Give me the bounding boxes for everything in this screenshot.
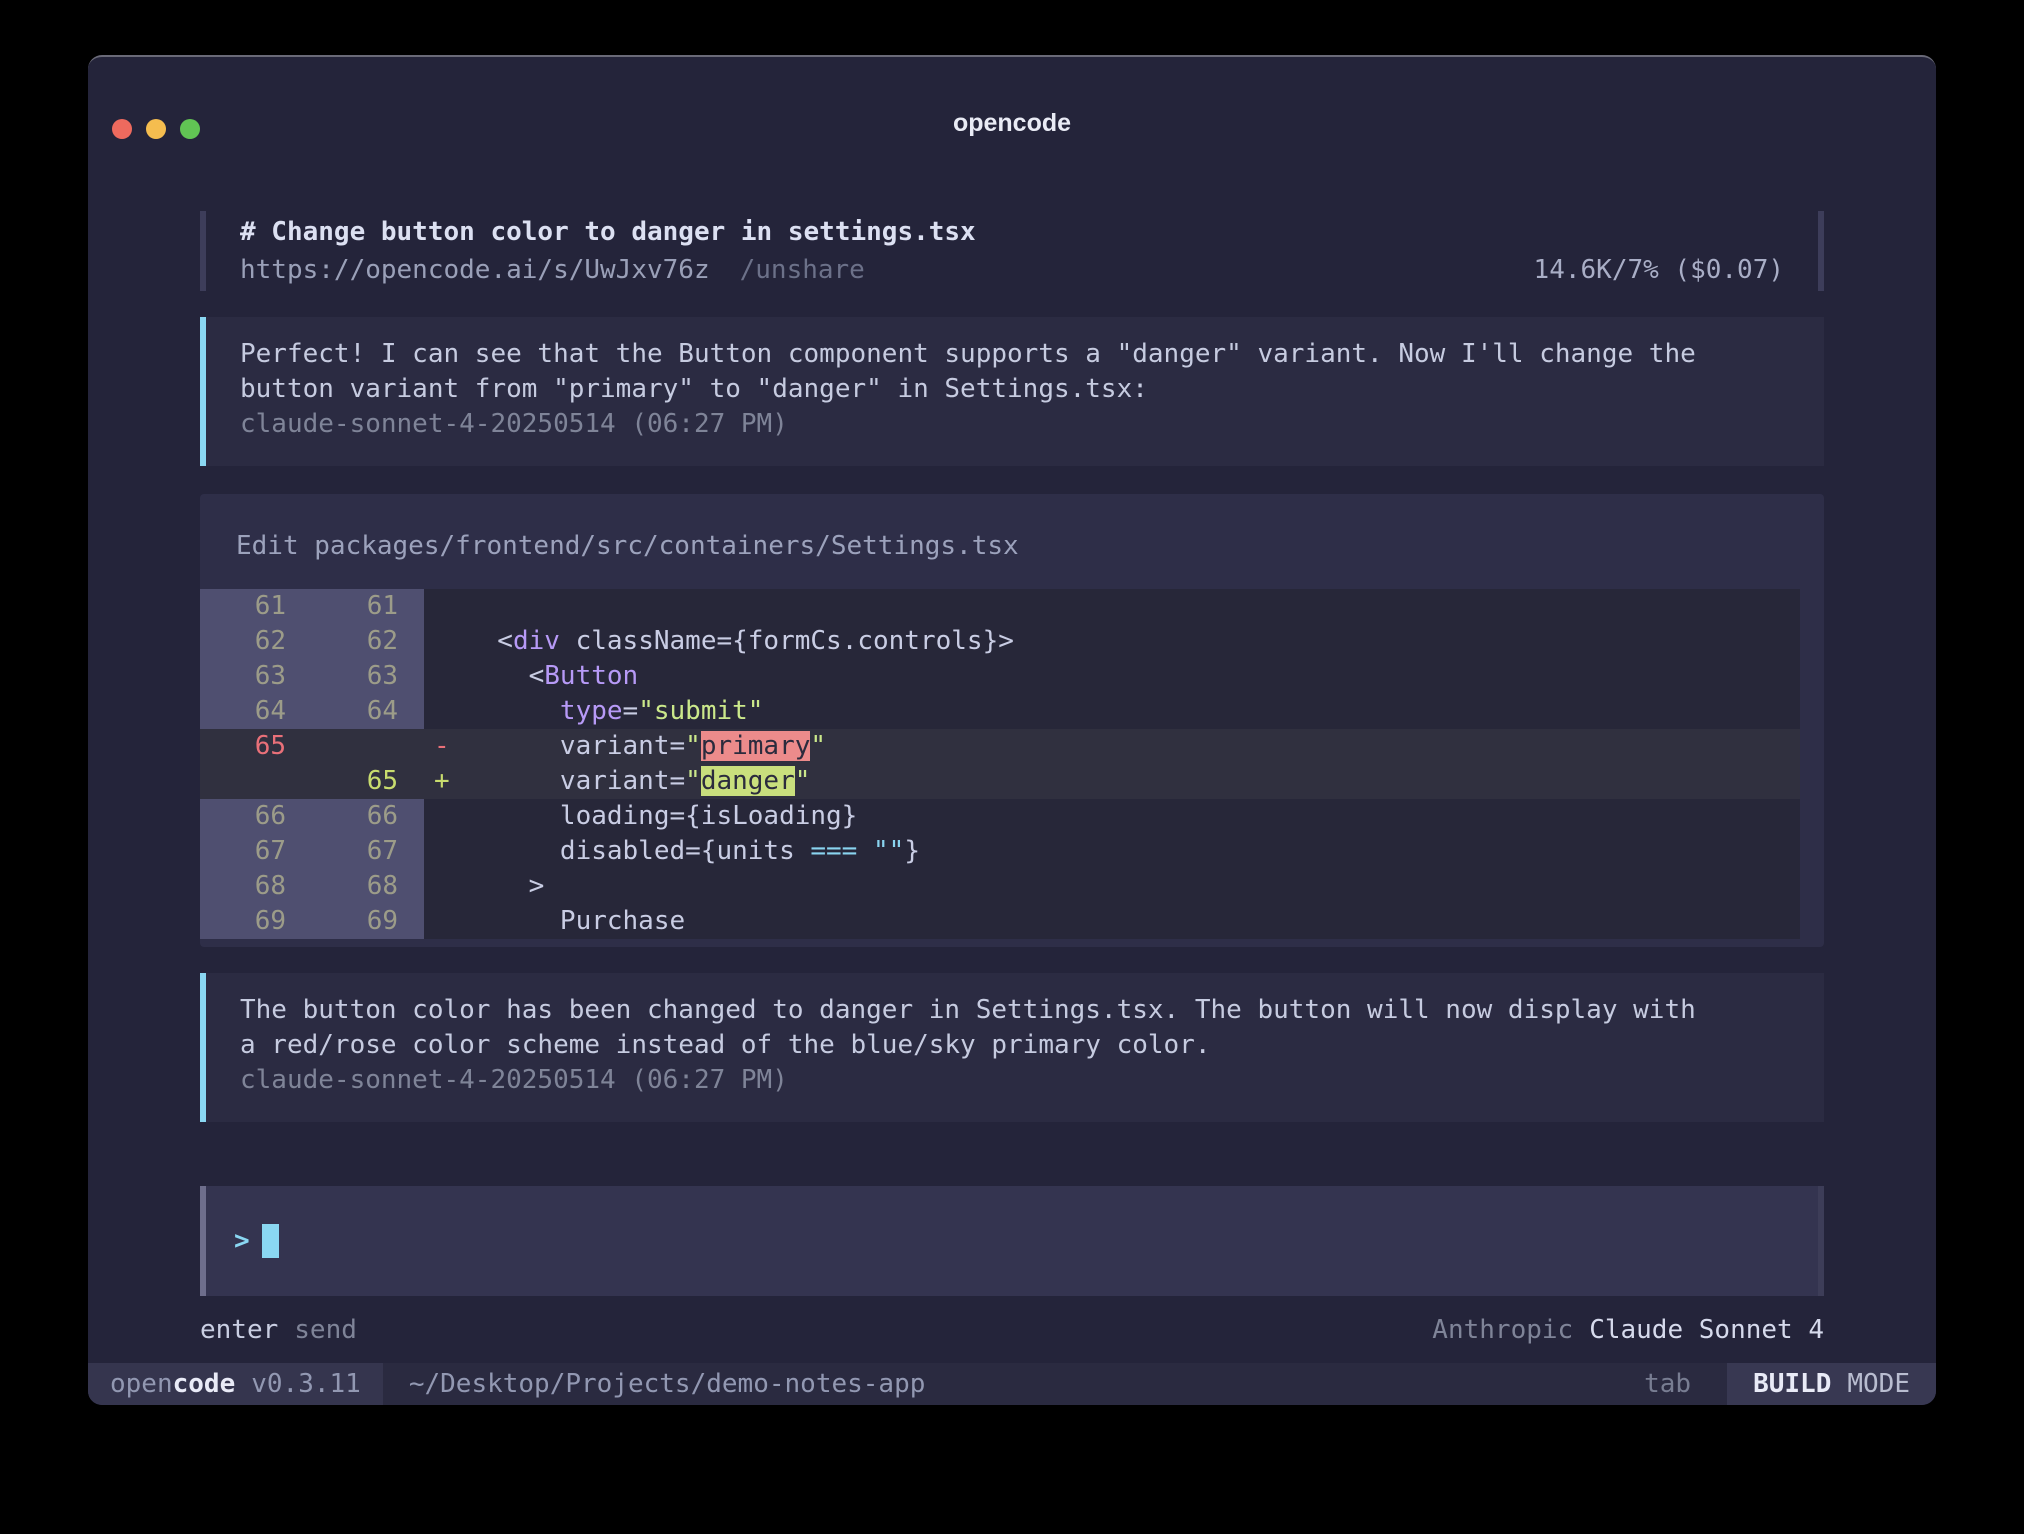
message-line: Perfect! I can see that the Button compo… <box>240 337 1790 372</box>
session-title: # Change button color to danger in setti… <box>240 213 1784 251</box>
diff-marker-minus: - <box>424 729 466 764</box>
session-subline: https://opencode.ai/s/UwJxv76z/unshare 1… <box>240 251 1784 289</box>
diff-marker <box>424 589 466 624</box>
new-line-number: 62 <box>312 624 424 659</box>
diff-marker <box>424 694 466 729</box>
model-name: Claude Sonnet 4 <box>1589 1315 1824 1345</box>
code-line: <div className={formCs.controls}> <box>466 624 1800 659</box>
mode-word-label: MODE <box>1847 1367 1910 1402</box>
brand-code: code <box>173 1367 236 1402</box>
old-line-number: 67 <box>200 834 312 869</box>
old-line-number: 63 <box>200 659 312 694</box>
provider-name: Anthropic <box>1432 1315 1573 1345</box>
close-button[interactable] <box>112 119 132 139</box>
titlebar: opencode <box>88 57 1936 157</box>
new-line-number: 61 <box>312 589 424 624</box>
assistant-message: The button color has been changed to dan… <box>200 973 1824 1122</box>
diff-marker <box>424 799 466 834</box>
app-version: v0.3.11 <box>251 1367 361 1402</box>
old-line-number: 65 <box>200 729 312 764</box>
diff-marker <box>424 624 466 659</box>
message-line: button variant from "primary" to "danger… <box>240 372 1790 407</box>
diff-row: 6868 > <box>200 869 1800 904</box>
added-value-highlight: danger <box>701 766 795 796</box>
code-line: loading={isLoading} <box>466 799 1800 834</box>
diff-marker <box>424 659 466 694</box>
mode-build-label: BUILD <box>1753 1367 1831 1402</box>
code-line: > <box>466 869 1800 904</box>
diff-marker <box>424 904 466 939</box>
minimize-button[interactable] <box>146 119 166 139</box>
mode-badge[interactable]: BUILD MODE <box>1727 1363 1936 1405</box>
session-links: https://opencode.ai/s/UwJxv76z/unshare <box>240 251 865 289</box>
old-line-number: 69 <box>200 904 312 939</box>
diff-marker <box>424 869 466 904</box>
prompt-symbol: > <box>234 1224 250 1259</box>
working-directory: ~/Desktop/Projects/demo-notes-app <box>383 1367 1644 1402</box>
diff-row: 6969 Purchase <box>200 904 1800 939</box>
diff-marker <box>424 834 466 869</box>
tab-key-hint: tab <box>1644 1367 1691 1402</box>
diff-row-deleted: 65 - variant="primary" <box>200 729 1800 764</box>
app-version-badge: opencode v0.3.11 <box>88 1363 383 1405</box>
brand-open: open <box>110 1367 173 1402</box>
input-hints-row: enter send Anthropic Claude Sonnet 4 <box>200 1312 1824 1348</box>
code-line: <Button <box>466 659 1800 694</box>
unshare-command[interactable]: /unshare <box>740 255 865 285</box>
old-line-number: 64 <box>200 694 312 729</box>
enter-key-hint: enter <box>200 1315 278 1345</box>
send-hint: enter send <box>200 1312 357 1348</box>
new-line-number: 69 <box>312 904 424 939</box>
diff-row: 6464 type="submit" <box>200 694 1800 729</box>
traffic-lights <box>112 119 200 139</box>
code-line: variant="danger" <box>466 764 1800 799</box>
edit-file-path: Edit packages/frontend/src/containers/Se… <box>200 528 1824 565</box>
token-cost-stats: 14.6K/7% ($0.07) <box>1534 251 1784 289</box>
code-line: Purchase <box>466 904 1800 939</box>
diff-row: 6161 <box>200 589 1800 624</box>
code-line <box>466 589 1800 624</box>
diff-row: 6767 disabled={units === ""} <box>200 834 1800 869</box>
deleted-value-highlight: primary <box>701 731 811 761</box>
app-window: opencode # Change button color to danger… <box>88 55 1936 1405</box>
session-content: # Change button color to danger in setti… <box>88 211 1936 1348</box>
new-line-number: 67 <box>312 834 424 869</box>
new-line-number: 66 <box>312 799 424 834</box>
status-bar: opencode v0.3.11 ~/Desktop/Projects/demo-… <box>88 1363 1936 1405</box>
window-title: opencode <box>953 106 1071 141</box>
message-line: The button color has been changed to dan… <box>240 993 1790 1028</box>
old-line-number <box>200 764 312 799</box>
new-line-number: 68 <box>312 869 424 904</box>
code-line: disabled={units === ""} <box>466 834 1800 869</box>
chat-input[interactable]: > <box>200 1186 1824 1296</box>
old-line-number: 66 <box>200 799 312 834</box>
assistant-message: Perfect! I can see that the Button compo… <box>200 317 1824 466</box>
code-line: type="submit" <box>466 694 1800 729</box>
diff-view: 6161 6262 <div className={formCs.control… <box>200 589 1800 939</box>
edit-tool-card: Edit packages/frontend/src/containers/Se… <box>200 494 1824 947</box>
share-url[interactable]: https://opencode.ai/s/UwJxv76z <box>240 255 710 285</box>
message-line: a red/rose color scheme instead of the b… <box>240 1028 1790 1063</box>
text-cursor <box>262 1224 279 1258</box>
diff-row-added: 65+ variant="danger" <box>200 764 1800 799</box>
diff-row: 6262 <div className={formCs.controls}> <box>200 624 1800 659</box>
session-header: # Change button color to danger in setti… <box>200 211 1824 291</box>
old-line-number: 62 <box>200 624 312 659</box>
code-line: variant="primary" <box>466 729 1800 764</box>
model-timestamp: claude-sonnet-4-20250514 (06:27 PM) <box>240 1063 1790 1098</box>
new-line-number: 64 <box>312 694 424 729</box>
new-line-number <box>312 729 424 764</box>
send-action-label: send <box>294 1315 357 1345</box>
diff-marker-plus: + <box>424 764 466 799</box>
model-indicator: Anthropic Claude Sonnet 4 <box>1432 1312 1824 1348</box>
old-line-number: 61 <box>200 589 312 624</box>
zoom-button[interactable] <box>180 119 200 139</box>
new-line-number: 63 <box>312 659 424 694</box>
old-line-number: 68 <box>200 869 312 904</box>
new-line-number: 65 <box>312 764 424 799</box>
diff-row: 6363 <Button <box>200 659 1800 694</box>
model-timestamp: claude-sonnet-4-20250514 (06:27 PM) <box>240 407 1790 442</box>
diff-row: 6666 loading={isLoading} <box>200 799 1800 834</box>
